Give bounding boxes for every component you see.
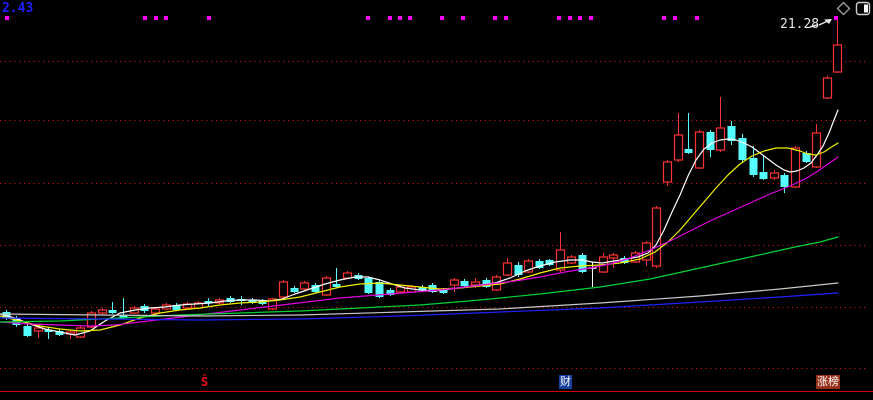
left-price-label: 2.43 (2, 1, 34, 16)
ma-yellow (0, 142, 839, 332)
candlestick-chart[interactable] (0, 0, 873, 400)
event-dots (5, 16, 838, 20)
gridlines (0, 61, 867, 369)
diamond-icon[interactable] (836, 1, 851, 16)
panel-toggle-icon[interactable] (855, 1, 871, 16)
bottom-separator-line (0, 391, 873, 392)
rising-list-badge[interactable]: 涨榜 (816, 375, 840, 389)
ma-green (0, 236, 839, 323)
fund-icon[interactable]: Ŝ (201, 375, 208, 389)
window-controls (836, 1, 871, 16)
finance-badge[interactable]: 财 (559, 375, 572, 389)
trading-chart-window: 2.43 21.28 Ŝ 财 涨榜 (0, 0, 873, 400)
arrow-to-high-icon (809, 19, 832, 28)
